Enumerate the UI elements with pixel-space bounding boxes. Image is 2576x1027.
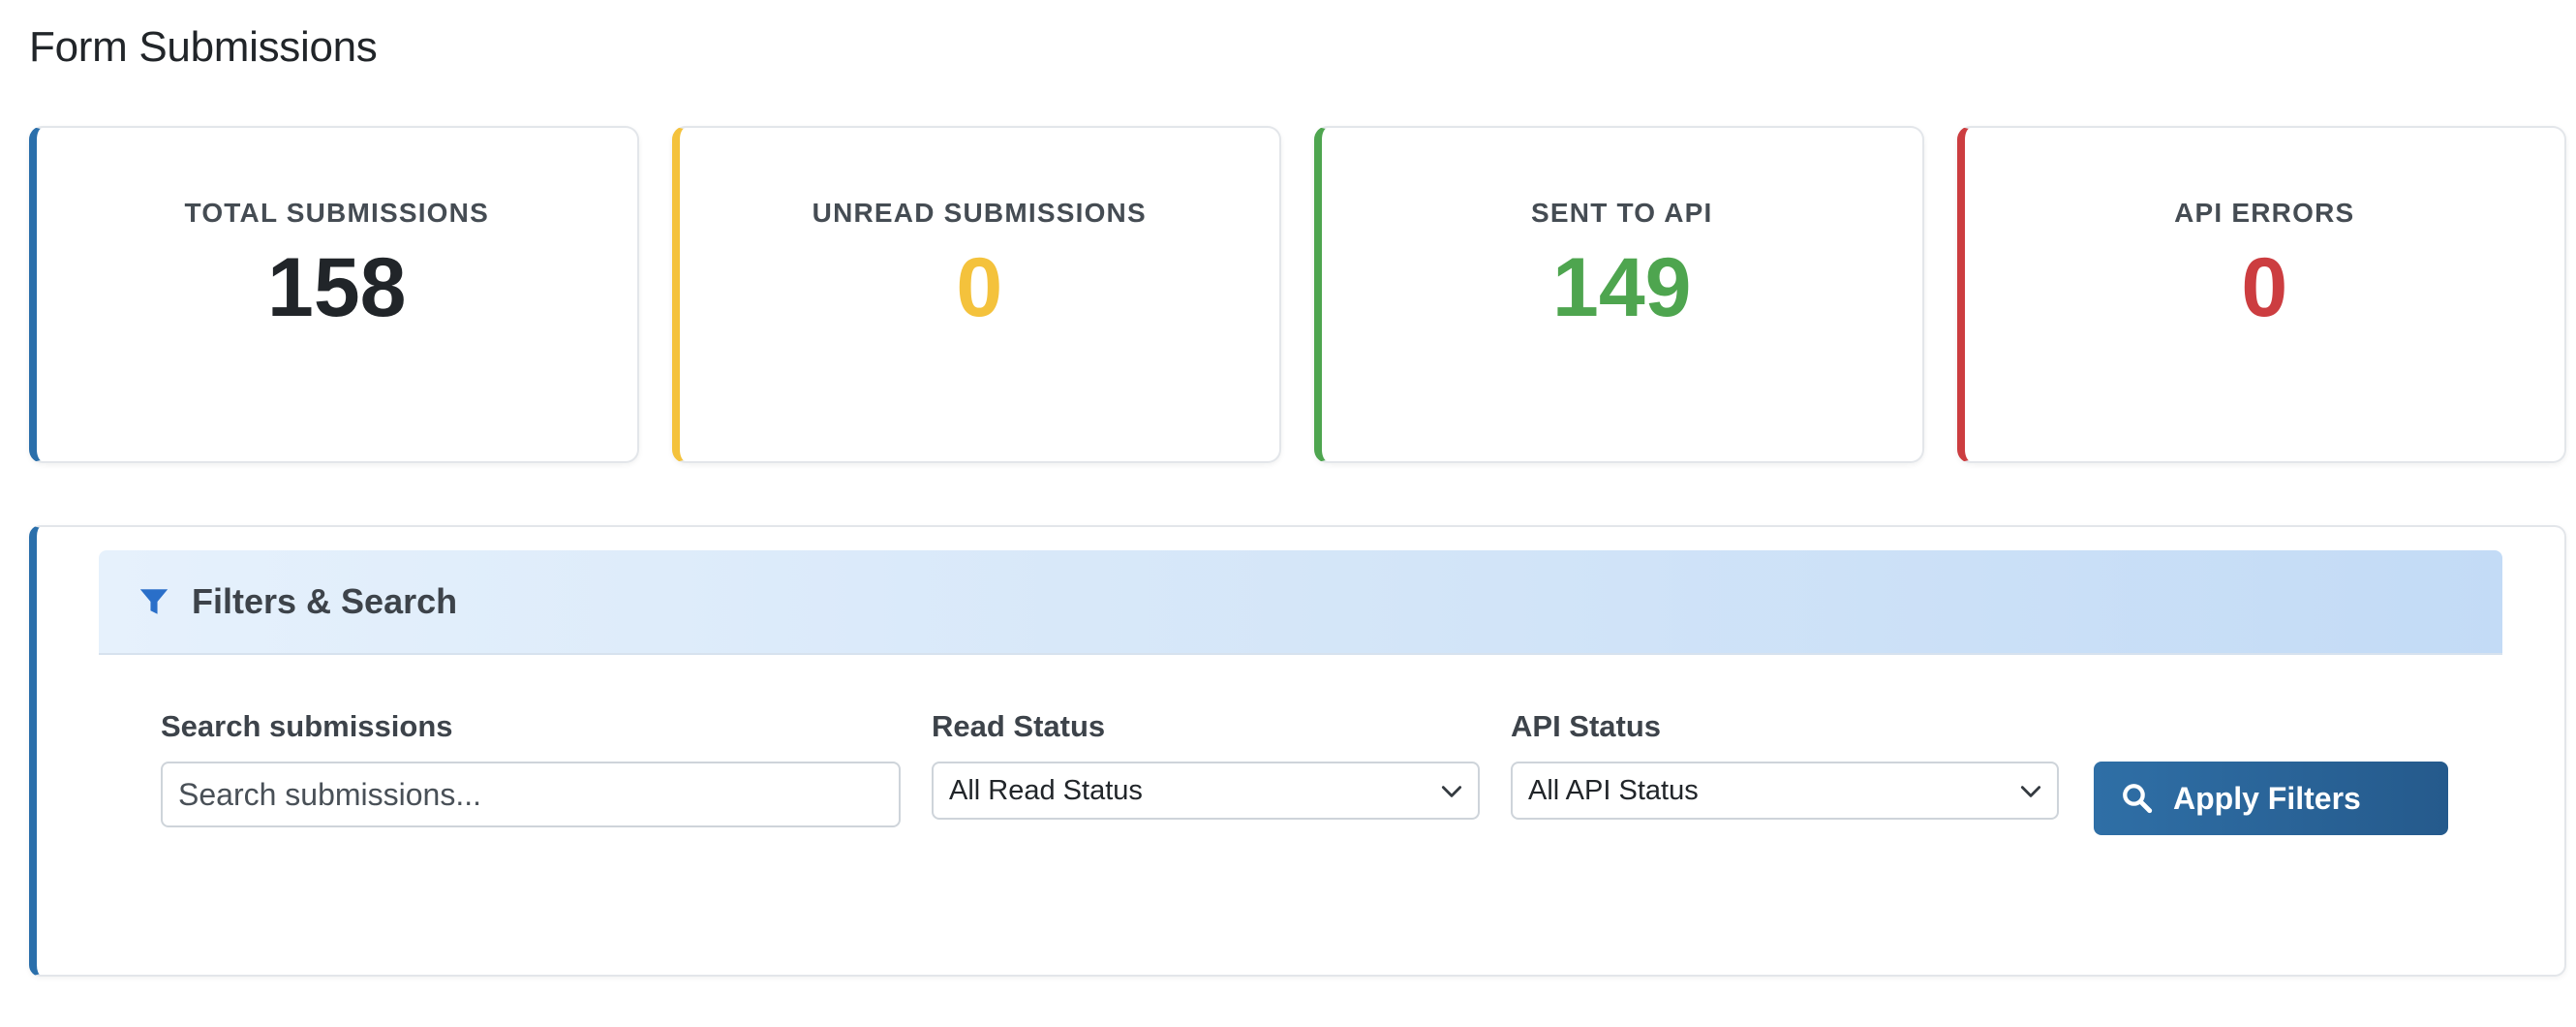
stat-label: UNREAD SUBMISSIONS <box>812 198 1147 228</box>
filters-panel: Filters & Search Search submissions Read… <box>29 525 2566 977</box>
stat-label: API ERRORS <box>2174 198 2355 228</box>
stat-value: 158 <box>267 241 407 334</box>
stats-row: TOTAL SUBMISSIONS 158 UNREAD SUBMISSIONS… <box>29 126 2566 463</box>
stat-value: 0 <box>956 241 1003 334</box>
search-label: Search submissions <box>161 709 453 743</box>
apply-filters-label: Apply Filters <box>2173 780 2361 816</box>
form-submissions-page: Form Submissions TOTAL SUBMISSIONS 158 U… <box>0 0 2576 1027</box>
search-icon <box>2123 784 2153 814</box>
stat-card-api-errors: API ERRORS 0 <box>1956 126 2566 463</box>
read-status-label: Read Status <box>932 709 1106 743</box>
stat-card-total: TOTAL SUBMISSIONS 158 <box>29 126 639 463</box>
stat-card-unread: UNREAD SUBMISSIONS 0 <box>671 126 1281 463</box>
read-status-selected: All Read Status <box>949 774 1143 806</box>
page-title: Form Submissions <box>29 23 378 71</box>
stat-value: 149 <box>1552 241 1692 334</box>
read-status-select[interactable]: All Read Status <box>932 762 1480 820</box>
stat-value: 0 <box>2241 241 2288 334</box>
api-status-label: API Status <box>1511 709 1662 743</box>
filters-title: Filters & Search <box>192 581 458 621</box>
stat-card-sent-to-api: SENT TO API 149 <box>1314 126 1924 463</box>
chevron-down-icon <box>2020 786 2041 797</box>
search-input[interactable] <box>161 762 901 827</box>
funnel-icon <box>139 589 169 614</box>
stat-label: TOTAL SUBMISSIONS <box>184 198 489 228</box>
filters-header: Filters & Search <box>99 550 2502 655</box>
api-status-select[interactable]: All API Status <box>1511 762 2059 820</box>
api-status-selected: All API Status <box>1528 774 1699 806</box>
chevron-down-icon <box>1441 786 1462 797</box>
stat-label: SENT TO API <box>1531 198 1713 228</box>
apply-filters-button[interactable]: Apply Filters <box>2094 762 2448 835</box>
